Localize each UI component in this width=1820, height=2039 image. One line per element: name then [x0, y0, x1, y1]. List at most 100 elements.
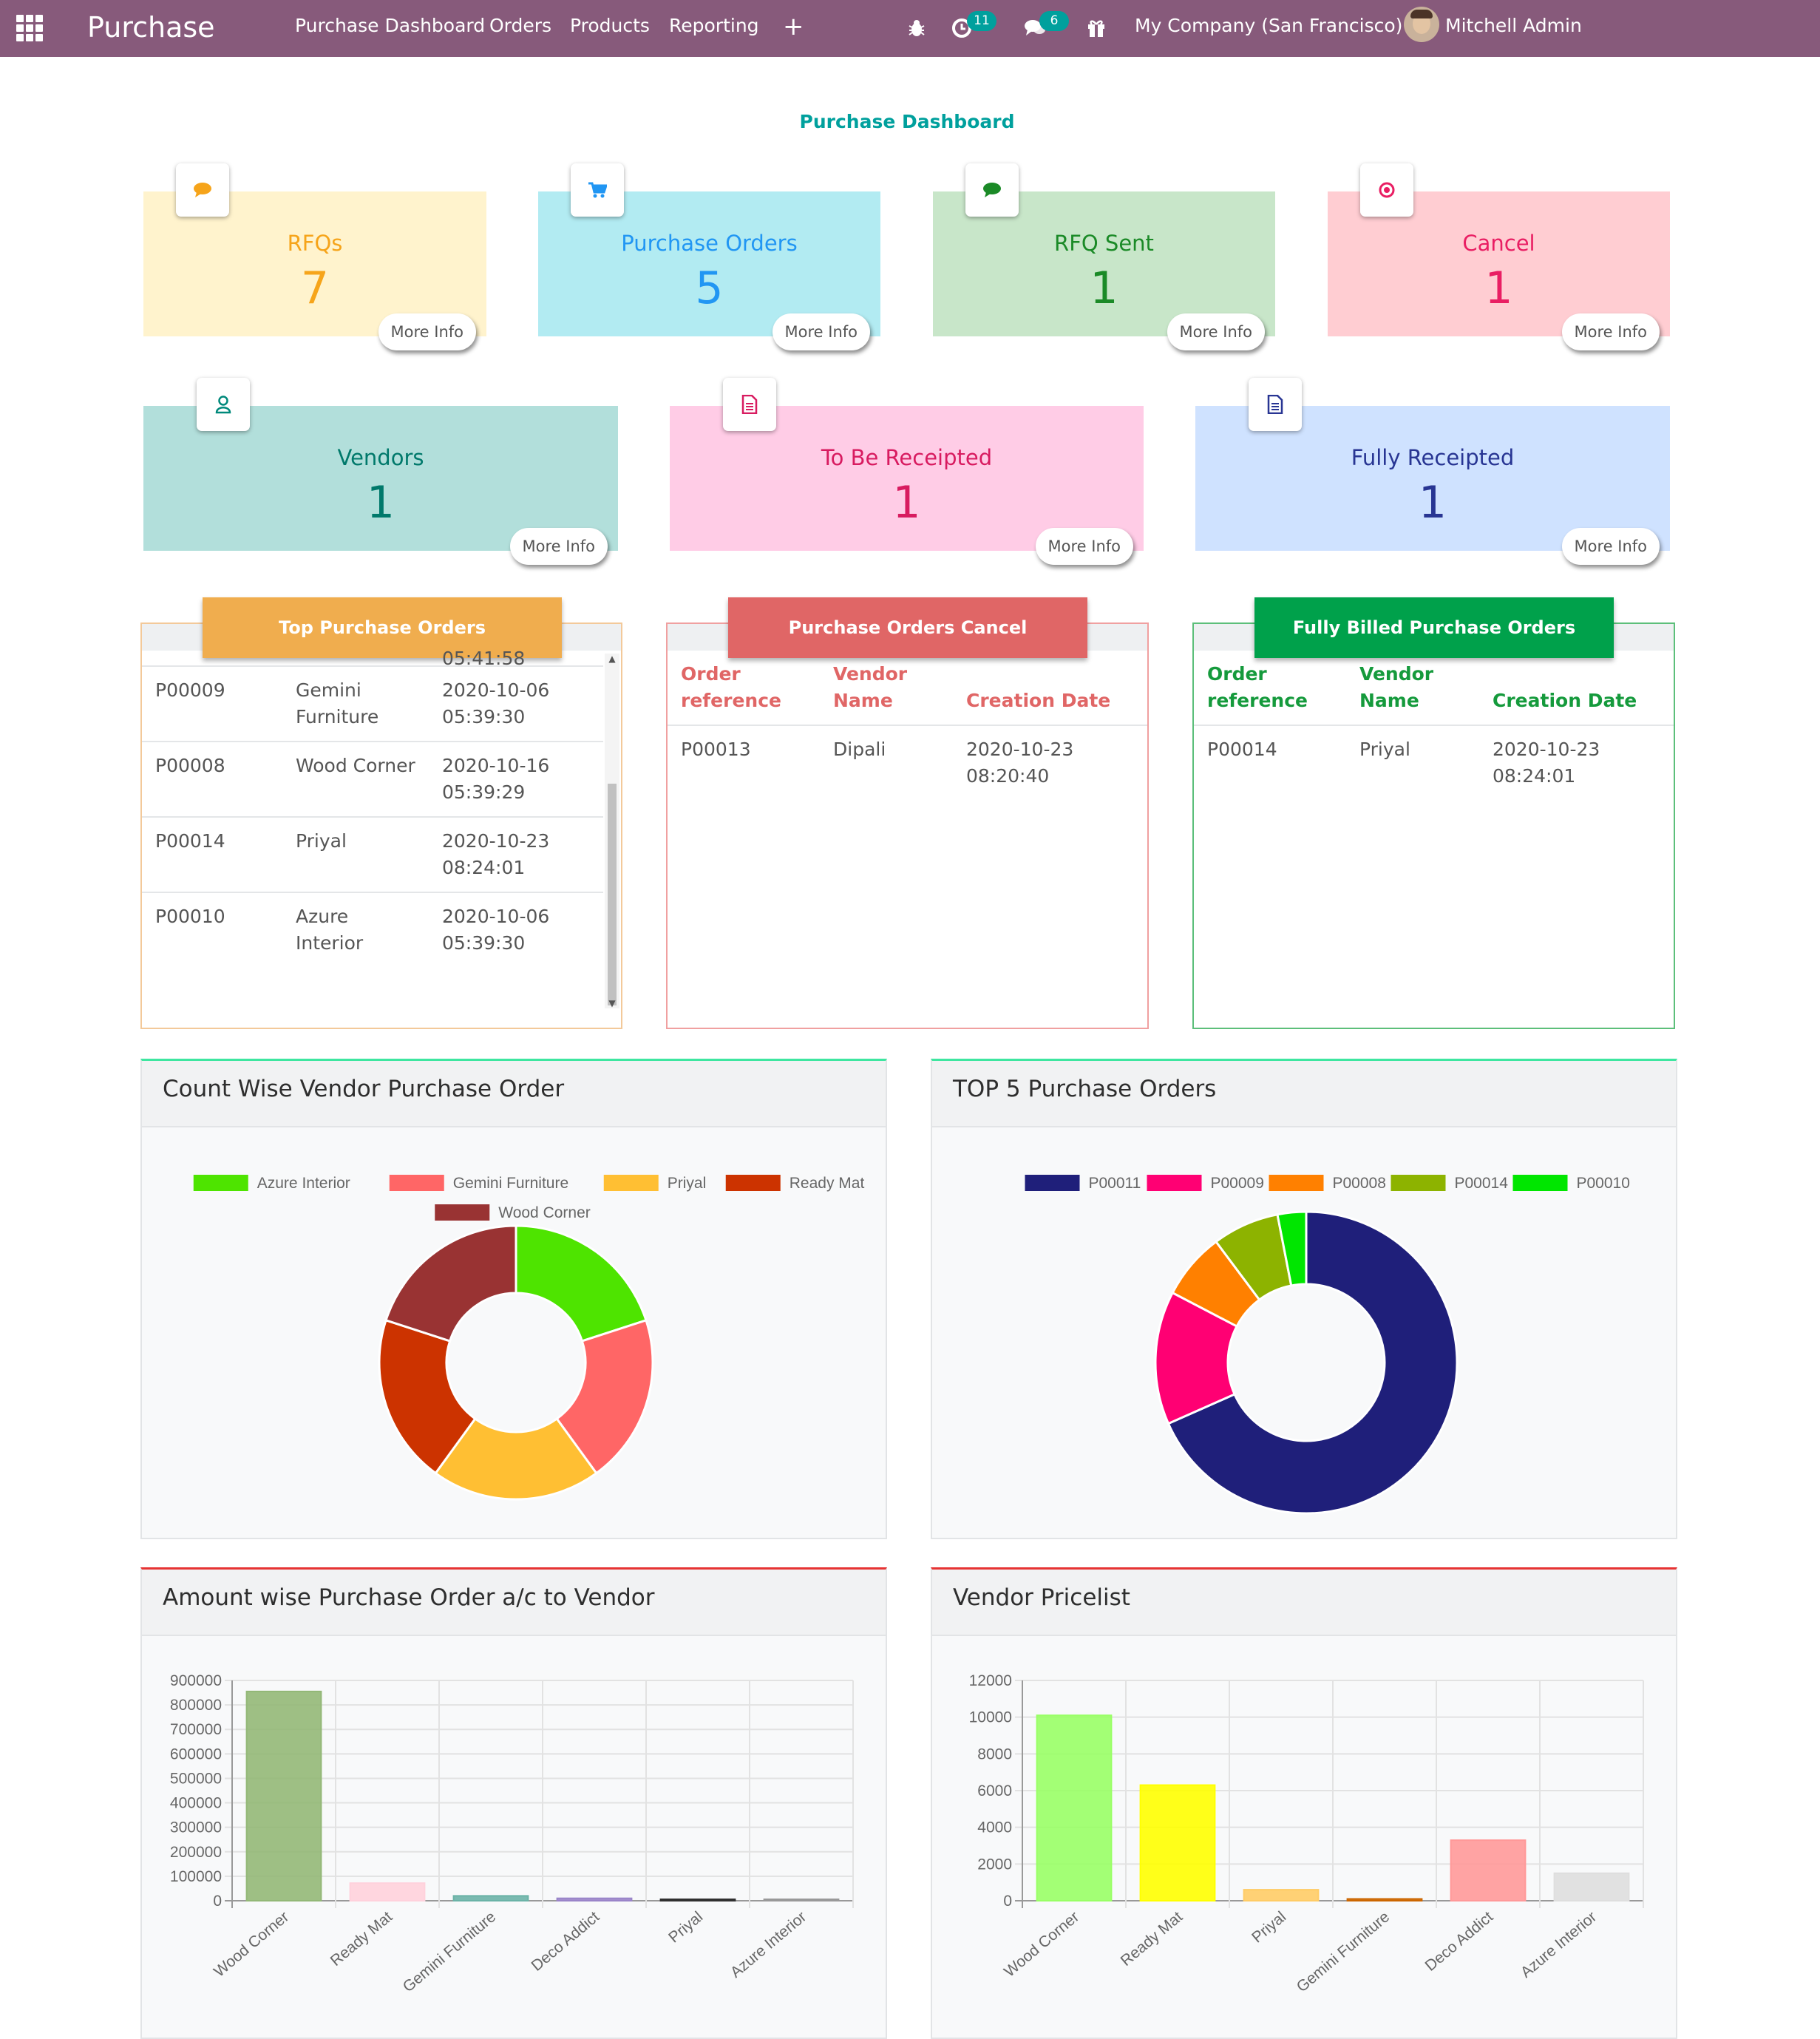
chart-title: Amount wise Purchase Order a/c to Vendor	[163, 1584, 655, 1611]
bar-priyal	[659, 1899, 736, 1901]
panel-header: TOP 5 Purchase Orders	[932, 1061, 1676, 1127]
kpi-card-cancel[interactable]: Cancel 1 More Info	[1328, 163, 1670, 350]
kpi-card-vendors[interactable]: Vendors 1 More Info	[143, 378, 618, 565]
kpi-card-rfqs[interactable]: RFQs 7 More Info	[143, 163, 486, 350]
vendor-name: Gemini Furniture	[296, 679, 379, 727]
legend-swatch	[1512, 1175, 1568, 1191]
kpi-value: 1	[1484, 262, 1513, 314]
y-tick-label: 0	[213, 1893, 222, 1910]
legend-label-p00008: P00008	[1333, 1175, 1386, 1192]
creation-date: 2020-10-23 08:20:40	[966, 739, 1074, 787]
more-info-button[interactable]: More Info	[1035, 528, 1133, 565]
vendor-name: Azure Interior	[296, 906, 364, 954]
plus-icon[interactable]: +	[783, 12, 804, 41]
kpi-label: Purchase Orders	[621, 231, 798, 256]
kpi-card-fully-receipted[interactable]: Fully Receipted 1 More Info	[1195, 378, 1670, 565]
panel-tab-title: Purchase Orders Cancel	[728, 597, 1087, 658]
user-menu[interactable]: Mitchell Admin (v14e_bv_modern_dashboard…	[1445, 0, 1820, 87]
document-icon	[723, 378, 776, 431]
column-header[interactable]: Creation Date	[953, 651, 1147, 725]
order-ref: P00014	[1207, 739, 1277, 760]
scroll-down-arrow-icon[interactable]: ▼	[605, 998, 619, 1008]
order-ref: P00009	[155, 679, 225, 701]
x-tick-label: Gemini Furniture	[400, 1908, 500, 1995]
menu-products[interactable]: Products	[570, 0, 650, 57]
pie-slice-wood-corner	[384, 1224, 517, 1343]
legend-label-p00009: P00009	[1211, 1175, 1264, 1192]
column-header[interactable]: Order reference	[1194, 651, 1346, 725]
y-tick-label: 500000	[170, 1770, 222, 1787]
bar-wood-corner	[1036, 1714, 1113, 1901]
kpi-card-purchase-orders[interactable]: Purchase Orders 5 More Info	[538, 163, 880, 350]
x-tick-label: Ready Mat	[1118, 1908, 1186, 1970]
company-switcher[interactable]: My Company (San Francisco)	[1135, 0, 1402, 57]
x-tick-label: Ready Mat	[327, 1908, 396, 1970]
column-header[interactable]: Order reference	[668, 651, 820, 725]
purchase-orders-cancel-panel: Purchase Orders Cancel Order reference V…	[666, 597, 1149, 1029]
vendor-name: Wood Corner	[296, 755, 415, 776]
legend-swatch	[1147, 1175, 1202, 1191]
order-ref: P00014	[155, 830, 225, 852]
bar-wood-corner	[245, 1690, 322, 1902]
bar-ready-mat	[1139, 1784, 1216, 1901]
chart-title: TOP 5 Purchase Orders	[953, 1076, 1217, 1102]
creation-date: 2020-10-16 05:39:29	[442, 755, 550, 803]
table-row[interactable]: P00014 Priyal 2020-10-23 08:24:01	[1194, 725, 1674, 800]
amount-wise-chart-panel: Amount wise Purchase Order a/c to Vendor…	[140, 1567, 887, 2039]
column-header[interactable]: Vendor Name	[820, 651, 953, 725]
legend-label-gemini-furniture: Gemini Furniture	[453, 1175, 568, 1192]
kpi-value: 1	[1418, 477, 1447, 529]
legend-label-ready-mat: Ready Mat	[790, 1175, 865, 1192]
column-header[interactable]: Vendor Name	[1346, 651, 1479, 725]
kpi-card-rfq-sent[interactable]: RFQ Sent 1 More Info	[933, 163, 1275, 350]
x-tick-label: Azure Interior	[727, 1908, 809, 1981]
table-scroll-area[interactable]: 05:41:58 P00009 Gemini Furniture 2020-10…	[142, 651, 603, 1025]
more-info-button[interactable]: More Info	[1561, 528, 1660, 565]
app-title: Purchase	[87, 11, 215, 44]
top5-doughnut-chart[interactable]: P00011 P00009 P00008 P00014 P00010	[932, 1127, 1676, 1538]
table-header-row: Order reference Vendor Name Creation Dat…	[1194, 651, 1674, 725]
menu-reporting[interactable]: Reporting	[669, 0, 759, 57]
scrollbar-thumb[interactable]	[608, 784, 617, 1005]
vendor-pricelist-bar-chart[interactable]: 0 2000 4000 6000 8000 10000 12000 Wood Corner Re…	[932, 1636, 1676, 2039]
vertical-scrollbar[interactable]: ▲ ▼	[605, 654, 619, 1008]
x-tick-label: Gemini Furniture	[1294, 1908, 1393, 1995]
bar-priyal	[1243, 1889, 1320, 1902]
legend-swatch	[193, 1175, 248, 1191]
more-info-button[interactable]: More Info	[509, 528, 608, 565]
y-tick-label: 100000	[170, 1868, 222, 1885]
kpi-value: 1	[366, 477, 395, 529]
more-info-button[interactable]: More Info	[378, 313, 476, 350]
kpi-card-to-be-receipted[interactable]: To Be Receipted 1 More Info	[670, 378, 1144, 565]
count-wise-doughnut-chart[interactable]: Azure Interior Gemini Furniture Priyal Read…	[142, 1127, 886, 1538]
column-header[interactable]: Creation Date	[1479, 651, 1674, 725]
document-icon	[1249, 378, 1302, 431]
app-menu-icon[interactable]	[16, 15, 43, 41]
table-row[interactable]: P00013 Dipali 2020-10-23 08:20:40	[668, 725, 1147, 800]
legend-label-priyal: Priyal	[668, 1175, 707, 1192]
activity-count-badge: 11	[967, 11, 996, 31]
legend-label-azure-interior: Azure Interior	[257, 1175, 350, 1192]
menu-purchase-dashboard[interactable]: Purchase Dashboard	[295, 0, 485, 57]
table-row[interactable]: P00010 Azure Interior 2020-10-06 05:39:30	[142, 892, 603, 967]
amount-wise-bar-chart[interactable]: 0 100000 200000 300000 400000 500000 600000 700…	[142, 1636, 886, 2039]
y-tick-label: 600000	[170, 1745, 222, 1763]
table-row[interactable]: P00009 Gemini Furniture 2020-10-06 05:39:…	[142, 666, 603, 742]
more-info-button[interactable]: More Info	[772, 313, 870, 350]
vendor-name: Priyal	[296, 830, 347, 852]
scroll-up-arrow-icon[interactable]: ▲	[605, 654, 619, 664]
more-info-button[interactable]: More Info	[1167, 313, 1265, 350]
vendor-name: Priyal	[1359, 739, 1410, 760]
panel-tab-title: Top Purchase Orders	[203, 597, 562, 658]
user-avatar[interactable]	[1404, 7, 1439, 42]
vendor-name: Dipali	[833, 739, 886, 760]
table-row[interactable]: P00008 Wood Corner 2020-10-16 05:39:29	[142, 742, 603, 817]
y-tick-label: 800000	[170, 1697, 222, 1714]
legend-label-p00011: P00011	[1089, 1175, 1141, 1192]
table-row[interactable]: P00014 Priyal 2020-10-23 08:24:01	[142, 817, 603, 892]
debug-bug-icon[interactable]	[907, 13, 926, 43]
gift-icon[interactable]	[1087, 13, 1106, 43]
more-info-button[interactable]: More Info	[1561, 313, 1660, 350]
chart-title: Vendor Pricelist	[953, 1584, 1130, 1611]
menu-orders[interactable]: Orders	[489, 0, 551, 57]
